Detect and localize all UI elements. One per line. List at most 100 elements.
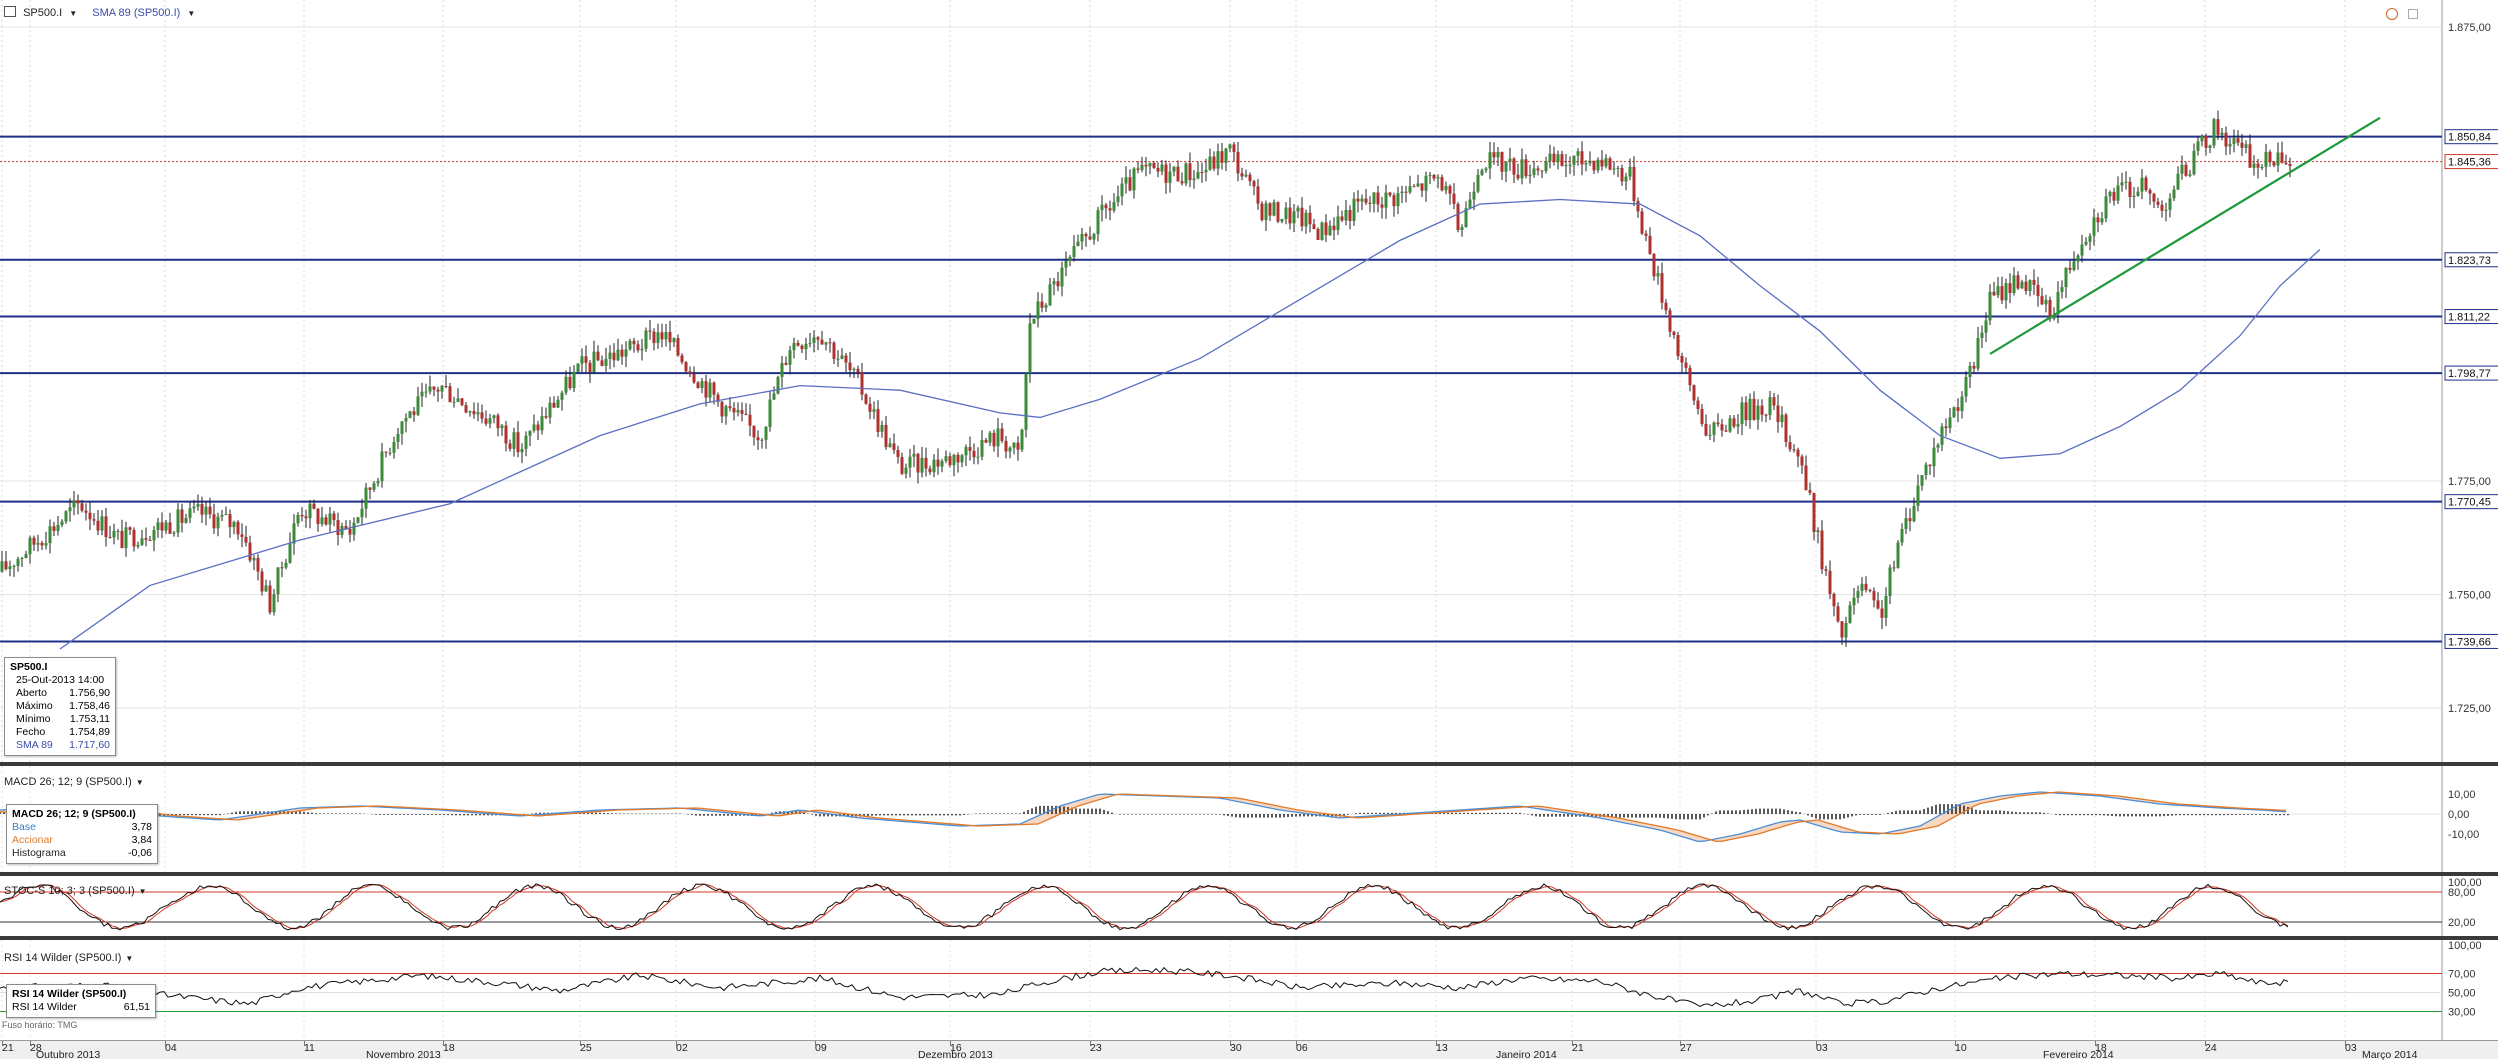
chevron-down-icon[interactable]: ▼ (187, 9, 195, 18)
candle-body (1388, 192, 1392, 196)
chart-header[interactable]: SP500.I ▼ SMA 89 (SP500.I) ▼ (4, 6, 195, 19)
time-axis[interactable]: 21 28 04 11 18 25 02 09 16 23 30 06 13 21 27 03 10 18 24 03… (0, 1040, 2498, 1061)
candle-body (480, 412, 484, 419)
candle-body (548, 402, 552, 418)
symbol-label[interactable]: SP500.I (23, 7, 62, 19)
candle-body (636, 344, 640, 351)
candle-body (564, 376, 568, 393)
x-day-label: 06 (1296, 1042, 1308, 1054)
rsi-y-tick: 70,00 (2448, 969, 2476, 981)
candle-body (1496, 151, 1500, 158)
rsi-chart[interactable]: 100,00 70,00 50,00 30,00 (0, 940, 2498, 1040)
candle-body (1968, 365, 1972, 378)
macd-header[interactable]: MACD 26; 12; 9 (SP500.I) ▼ (4, 776, 144, 788)
macd-chart[interactable]: 10,00 0,00 -10,00 (0, 766, 2498, 872)
chevron-down-icon[interactable]: ▼ (69, 9, 77, 18)
rsi-tooltip-title: RSI 14 Wilder (SP500.I) (12, 988, 127, 1000)
price-panel[interactable]: 1.875,00 1.775,00 1.750,00 1.725,00 1.850,84… (0, 0, 2498, 762)
candle-body (1276, 202, 1280, 222)
chevron-down-icon[interactable]: ▼ (139, 887, 147, 896)
candle-body (384, 451, 388, 453)
candle-body (644, 330, 648, 349)
candle-body (528, 430, 532, 436)
candle-body (928, 468, 932, 473)
candle-body (88, 512, 92, 520)
candle-body (1948, 417, 1952, 429)
candle-body (2272, 162, 2276, 166)
candle-body (1760, 405, 1764, 415)
candle-body (740, 410, 744, 414)
candle-body (356, 517, 360, 523)
candle-body (880, 424, 884, 432)
level-label: 1.798,77 (2448, 368, 2491, 380)
close-panel-icon[interactable] (2408, 9, 2418, 19)
candle-body (368, 487, 372, 490)
candle-body (72, 500, 76, 508)
candle-body (2140, 177, 2144, 192)
stoc-y-tick: 20,00 (2448, 917, 2476, 929)
candle-body (460, 398, 464, 406)
level-label: 1.770,45 (2448, 497, 2491, 509)
y-tick-label: 1.725,00 (2448, 703, 2491, 715)
candle-body (540, 416, 544, 431)
candle-body (1312, 224, 1316, 229)
candle-body (1324, 222, 1328, 236)
clock-icon[interactable] (2386, 8, 2398, 20)
candle-body (1796, 449, 1800, 457)
candle-body (1356, 198, 1360, 202)
candle-body (168, 522, 172, 534)
stoc-header[interactable]: STOC-S 10; 3; 3 (SP500.I) ▼ (4, 885, 147, 897)
candle-body (160, 522, 164, 531)
candle-body (864, 394, 868, 404)
candle-body (76, 500, 80, 504)
candle-body (2032, 280, 2036, 285)
candle-body (1404, 191, 1408, 193)
candle-body (1048, 284, 1052, 306)
price-chart[interactable]: 1.875,00 1.775,00 1.750,00 1.725,00 1.850,84… (0, 0, 2498, 762)
candle-body (1320, 222, 1324, 240)
candle-body (16, 558, 20, 566)
stoc-chart[interactable]: 100,0080,0020,00 (0, 876, 2498, 936)
indicator-label[interactable]: SMA 89 (SP500.I) (92, 7, 180, 19)
macd-panel[interactable]: 10,00 0,00 -10,00 MACD 26; 12; 9 (SP500.I)… (0, 766, 2498, 872)
tooltip-row: SMA 89 1.717,60 (16, 739, 110, 752)
candle-body (2008, 283, 2012, 294)
candle-body (1044, 305, 1048, 308)
candle-body (1724, 430, 1728, 432)
candle-body (2092, 217, 2096, 236)
candle-body (268, 585, 272, 613)
tooltip-row: Máximo 1.758,46 (16, 700, 110, 713)
candle-body (1804, 465, 1808, 491)
candle-body (1188, 163, 1192, 181)
candle-body (1436, 177, 1440, 179)
rsi-header[interactable]: RSI 14 Wilder (SP500.I) ▼ (4, 952, 133, 964)
candle-body (108, 536, 112, 538)
candle-body (2068, 267, 2072, 270)
candle-body (456, 398, 460, 402)
candle-body (1892, 567, 1896, 569)
candle-body (560, 392, 564, 400)
chevron-down-icon[interactable]: ▼ (125, 954, 133, 963)
tooltip-key: SMA 89 (16, 739, 53, 751)
candle-body (600, 360, 604, 366)
candle-body (1792, 449, 1796, 451)
candle-body (56, 524, 60, 531)
candle-body (1728, 418, 1732, 432)
candle-body (1112, 202, 1116, 211)
candle-body (1480, 170, 1484, 175)
candle-body (1380, 204, 1384, 208)
stoc-header-label[interactable]: STOC-S 10; 3; 3 (SP500.I) (4, 885, 135, 897)
x-tick (30, 1041, 31, 1046)
candle-body (288, 543, 292, 563)
macd-header-label[interactable]: MACD 26; 12; 9 (SP500.I) (4, 776, 132, 788)
chevron-down-icon[interactable]: ▼ (136, 778, 144, 787)
candle-body (1204, 169, 1208, 173)
candle-body (252, 558, 256, 561)
stoc-panel[interactable]: 100,00 80,00 20,00 STOC-S 10; 3; 3 (SP500.… (0, 876, 2498, 936)
rsi-panel[interactable]: 100,00 70,00 50,00 30,00 RSI 14 Wilder (SP5… (0, 940, 2498, 1040)
candle-body (296, 514, 300, 524)
candle-body (52, 526, 56, 531)
candle-body (1032, 318, 1036, 324)
rsi-header-label[interactable]: RSI 14 Wilder (SP500.I) (4, 952, 121, 964)
candle-body (1692, 385, 1696, 401)
